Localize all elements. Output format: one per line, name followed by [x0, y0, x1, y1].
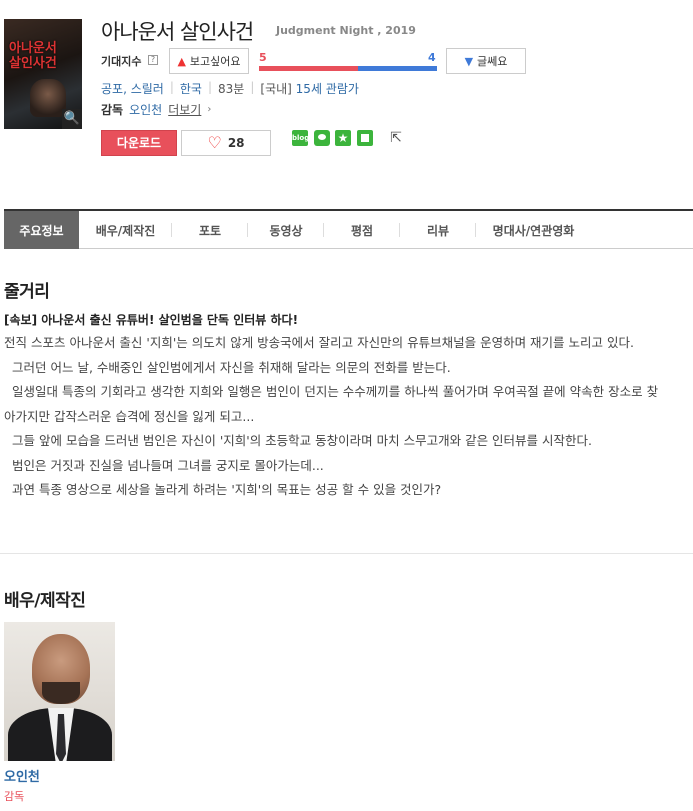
synopsis-paragraph: 그들 앞에 모습을 드러낸 범인은 자신이 '지희'의 초등학교 동창이라며 마… — [12, 433, 593, 448]
cast-title: 배우/제작진 — [4, 591, 86, 611]
expectation-bar-fill — [259, 66, 358, 71]
download-button[interactable]: 다운로드 — [101, 130, 177, 156]
tab-main-info[interactable]: 주요정보 — [4, 211, 79, 249]
want-count: 5 — [259, 51, 267, 64]
photo-beard — [42, 682, 80, 704]
tab-label: 배우/제작진 — [95, 223, 156, 238]
like-button[interactable]: ♡ 28 — [181, 130, 271, 156]
synopsis-paragraph: 일생일대 특종의 기회라고 생각한 지희와 일행은 범인이 던지는 수수께끼를 … — [4, 384, 659, 424]
meta-separator: | — [250, 80, 255, 94]
synopsis-paragraph: 과연 특종 영상으로 세상을 놀라게 하려는 '지희'의 목표는 성공 할 수 … — [12, 482, 442, 497]
thumbs-up-icon: ▲ — [177, 54, 186, 68]
expectation-bar — [259, 66, 437, 71]
meta-separator: | — [169, 80, 174, 94]
tab-rating[interactable]: 평점 — [324, 211, 400, 249]
tab-review[interactable]: 리뷰 — [400, 211, 476, 249]
band-share-icon[interactable] — [357, 130, 373, 146]
section-divider — [0, 553, 693, 554]
expectation-label: 기대지수 — [101, 55, 142, 68]
like-count: 28 — [227, 136, 245, 150]
synopsis-paragraph: 그러던 어느 날, 수배중인 살인범에게서 자신을 취재해 달라는 의문의 전화… — [12, 359, 451, 375]
meta-separator: | — [207, 80, 213, 94]
movie-poster[interactable]: 아나운서 살인사건 🔍 — [4, 19, 82, 129]
cast-photo[interactable] — [4, 622, 115, 761]
country-link[interactable]: 한국 — [180, 80, 202, 97]
tab-video[interactable]: 동영상 — [248, 211, 324, 249]
help-icon[interactable]: ? — [148, 55, 158, 65]
more-link[interactable]: 더보기 — [168, 101, 201, 118]
tab-quotes-related[interactable]: 명대사/연관영화 — [476, 211, 591, 249]
magnifier-icon[interactable]: 🔍 — [62, 109, 82, 129]
cast-name-link[interactable]: 오인천 — [4, 766, 40, 785]
synopsis-body: 전직 스포츠 아나운서 출신 '지희'는 의도치 않게 방송국에서 잘리고 자신… — [4, 331, 669, 503]
synopsis-headline: [속보] 아나운서 출신 유튜버! 살인범을 단독 인터뷰 하다! — [4, 313, 299, 327]
blog-share-icon[interactable]: blog — [292, 130, 309, 146]
tab-bar: 주요정보 배우/제작진 포토 동영상 평점 리뷰 명대사/연관영화 — [4, 209, 693, 249]
rating-prefix: [국내] — [260, 82, 292, 96]
director-row: 감독 오인천 더보기 › — [101, 101, 211, 118]
heart-icon: ♡ — [207, 133, 222, 152]
tab-label: 동영상 — [269, 223, 303, 238]
movie-title: 아나운서 살인사건 — [101, 20, 254, 44]
tab-label: 리뷰 — [426, 223, 450, 238]
genres-link[interactable]: 공포, 스릴러 — [101, 80, 164, 97]
rating-link[interactable]: 15세 관람가 — [296, 80, 359, 97]
star-share-icon[interactable]: ★ — [335, 130, 351, 146]
movie-meta: 공포, 스릴러 | 한국 | 83분 | [국내] 15세 관람가 — [101, 80, 359, 97]
movie-subtitle: Judgment Night , 2019 — [276, 24, 416, 37]
tab-label: 포토 — [198, 223, 222, 238]
poster-title-art: 아나운서 살인사건 — [9, 41, 57, 71]
runtime: 83분 — [218, 82, 245, 96]
tab-label: 주요정보 — [19, 223, 64, 238]
poster-face-art — [30, 79, 66, 117]
chevron-right-icon: › — [207, 104, 212, 115]
want-to-see-label: 보고싶어요 — [189, 55, 241, 68]
synopsis-paragraph: 범인은 거짓과 진실을 넘나들며 그녀를 궁지로 몰아가는데... — [12, 457, 324, 473]
meh-label: 글쎄요 — [477, 55, 508, 68]
tab-label: 명대사/연관영화 — [492, 223, 575, 238]
director-label: 감독 — [101, 103, 124, 117]
director-name-link[interactable]: 오인천 — [129, 101, 162, 118]
want-to-see-button[interactable]: ▲ 보고싶어요 — [169, 48, 249, 74]
synopsis-title: 줄거리 — [4, 282, 50, 302]
tab-label: 평점 — [350, 223, 374, 238]
tab-cast[interactable]: 배우/제작진 — [79, 211, 172, 249]
cast-role: 감독 — [4, 790, 25, 803]
talk-share-icon[interactable] — [314, 130, 330, 146]
tab-photo[interactable]: 포토 — [172, 211, 248, 249]
thumbs-down-icon: ▼ — [464, 54, 474, 68]
share-out-icon[interactable]: ⇱ — [388, 130, 404, 146]
synopsis-paragraph: 전직 스포츠 아나운서 출신 '지희'는 의도치 않게 방송국에서 잘리고 자신… — [4, 335, 634, 350]
meh-button[interactable]: ▼ 글쎄요 — [446, 48, 526, 74]
meh-count: 4 — [428, 51, 436, 64]
